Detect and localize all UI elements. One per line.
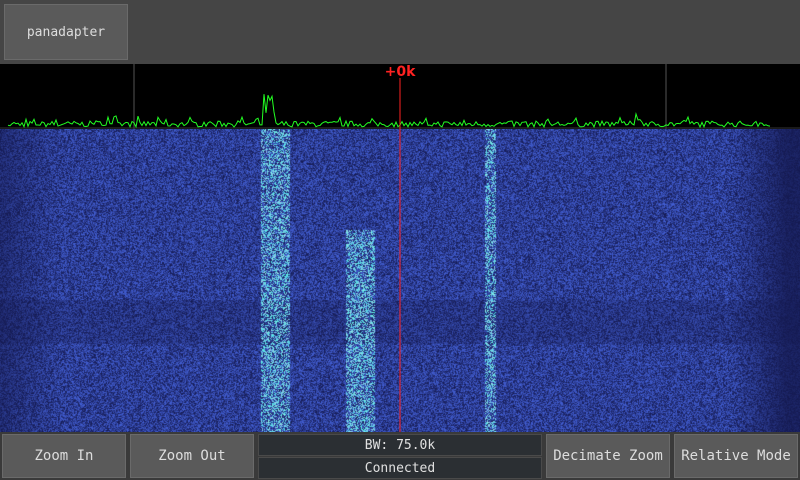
center-frequency-label: +0k [384, 64, 416, 80]
connection-status: Connected [258, 457, 542, 479]
center-frequency-line [399, 78, 401, 432]
spectrum-trace [7, 94, 771, 129]
panadapter-button[interactable]: panadapter [4, 4, 128, 60]
decimate-zoom-button[interactable]: Decimate Zoom [546, 434, 670, 478]
relative-mode-button[interactable]: Relative Mode [674, 434, 798, 478]
zoom-out-button[interactable]: Zoom Out [130, 434, 254, 478]
bandwidth-status: BW: 75.0k [258, 434, 542, 456]
zoom-in-button[interactable]: Zoom In [2, 434, 126, 478]
